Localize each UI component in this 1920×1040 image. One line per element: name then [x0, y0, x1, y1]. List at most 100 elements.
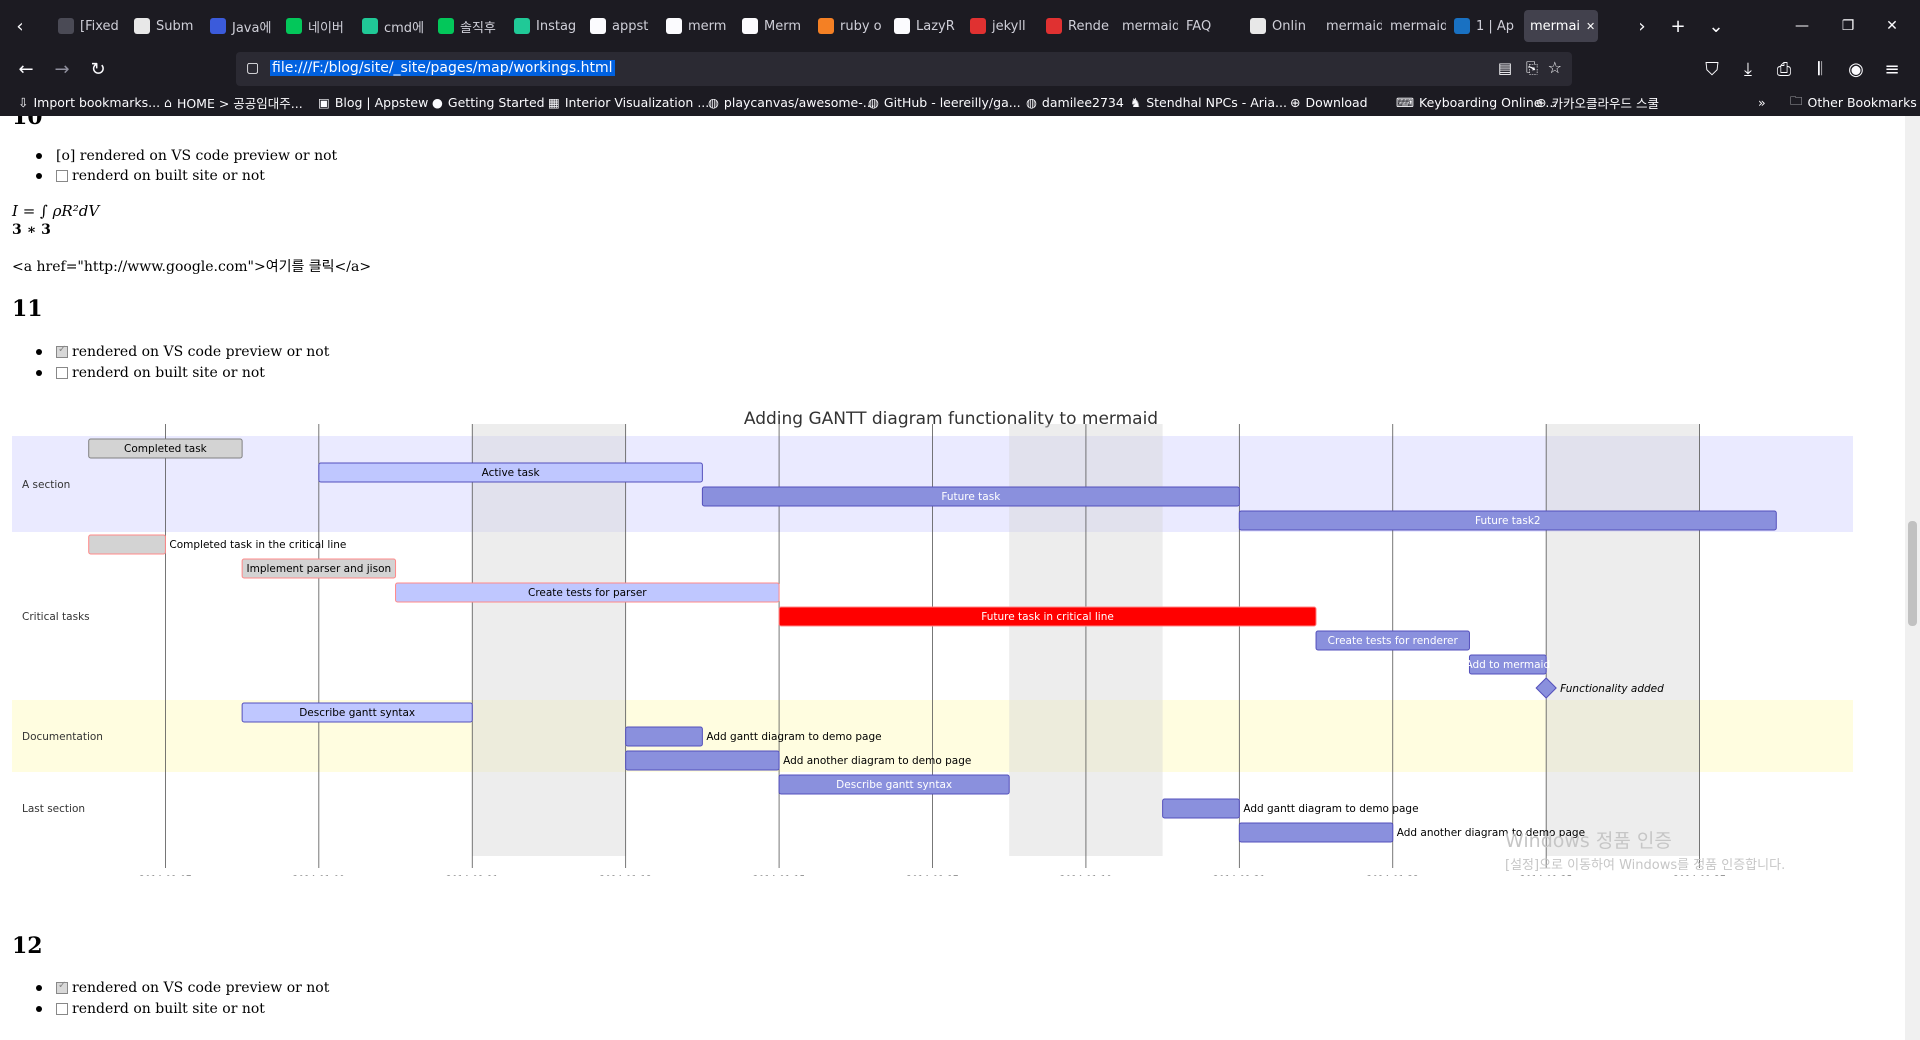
tab-label: jekyll: [992, 18, 1026, 34]
page-icon: ▢: [246, 60, 260, 76]
section-label: Last section: [22, 803, 85, 815]
forward-button[interactable]: →: [46, 54, 78, 84]
browser-chrome: ‹ [Fixed Subm Java에 네이버 cmd에 솔직후 Instag appst mer…: [0, 0, 1920, 116]
downloads-icon[interactable]: ⤓: [1732, 54, 1764, 84]
task-bar: [625, 750, 780, 771]
restore-icon[interactable]: ❐: [1832, 10, 1864, 42]
tab-scroll-left-icon[interactable]: ‹: [4, 10, 36, 42]
bookmark-item[interactable]: ◍ playcanvas/awesome-...: [708, 92, 875, 112]
x-tick-label: 2014-01-25: [1520, 875, 1572, 876]
reader-view-icon[interactable]: ▤: [1498, 59, 1512, 77]
minimize-icon[interactable]: —: [1786, 10, 1818, 42]
tab-19[interactable]: 1 | Ap: [1448, 10, 1522, 42]
scrollbar-thumb[interactable]: [1908, 521, 1917, 626]
bookmark-label: Interior Visualization ...: [564, 94, 710, 110]
tab-list-icon[interactable]: ⌄: [1700, 10, 1732, 42]
tab-5[interactable]: 솔직후: [432, 10, 506, 42]
bookmark-item[interactable]: ⊕ Download: [1290, 92, 1368, 112]
bookmarks-overflow-icon[interactable]: »: [1758, 92, 1766, 112]
bookmark-star-icon[interactable]: ☆: [1548, 58, 1562, 77]
task-checkbox-checked[interactable]: [56, 980, 68, 994]
tab-6[interactable]: Instag: [508, 10, 582, 42]
task-bar: [625, 726, 703, 747]
github-icon: ◍: [708, 94, 719, 110]
url-text[interactable]: file:///F:/blog/site/_site/pages/map/wor…: [270, 60, 615, 76]
tab-4[interactable]: cmd에: [356, 10, 430, 42]
tab-2[interactable]: Java에: [204, 10, 278, 42]
new-tab-icon[interactable]: +: [1662, 10, 1694, 42]
bookmark-label: Import bookmarks...: [33, 94, 161, 110]
tab-label: Java에: [232, 20, 272, 36]
reload-button[interactable]: ↻: [82, 54, 114, 84]
close-window-icon[interactable]: ✕: [1876, 10, 1908, 42]
tab-scroll-right-icon[interactable]: ›: [1626, 10, 1658, 42]
page-scrollbar[interactable]: [1905, 116, 1920, 1040]
bookmark-item[interactable]: ♞ Stendhal NPCs - Aria...: [1130, 92, 1287, 112]
bookmark-item[interactable]: ● Getting Started: [432, 92, 545, 112]
tab-17[interactable]: mermaid: [1320, 10, 1382, 42]
account-icon[interactable]: ◉: [1840, 54, 1872, 84]
bookmark-item[interactable]: ⊕ 카카오클라우드 스쿨: [1536, 92, 1659, 112]
bookmark-item[interactable]: ⇩ Import bookmarks...: [18, 92, 160, 112]
task-label: Future task2: [1475, 515, 1541, 527]
screenshot-icon[interactable]: ⎘: [1526, 59, 1538, 77]
naver-icon: [286, 18, 302, 34]
weekend-shade: [1546, 424, 1700, 856]
pocket-icon[interactable]: ⛉: [1696, 54, 1728, 84]
doc-icon: [58, 18, 74, 34]
tab-label: 네이버: [308, 20, 344, 36]
back-button[interactable]: ←: [10, 54, 42, 84]
task-bar: [1162, 798, 1240, 819]
section-label: Critical tasks: [22, 611, 90, 623]
tab-15[interactable]: FAQ: [1180, 10, 1242, 42]
bookmark-item[interactable]: ▣ Blog | Appstew: [318, 92, 428, 112]
bookmark-label: playcanvas/awesome-...: [723, 94, 875, 110]
tab-12[interactable]: jekyll: [964, 10, 1038, 42]
bookmark-item[interactable]: ⌨ Keyboarding Online ...: [1396, 92, 1557, 112]
list-item-text: renderd on built site or not: [72, 1001, 265, 1017]
task-label: Add another diagram to demo page: [783, 755, 971, 767]
close-tab-icon[interactable]: ✕: [1586, 20, 1595, 33]
tab-16[interactable]: Onlin: [1244, 10, 1318, 42]
task-label: Implement parser and jison: [247, 563, 392, 575]
tab-14[interactable]: mermaid: [1116, 10, 1178, 42]
menu-icon[interactable]: ≡: [1876, 54, 1908, 84]
tab-label: Instag: [536, 18, 577, 34]
library-icon[interactable]: 𝄃: [1804, 54, 1836, 84]
tab-label: mermai: [1530, 18, 1581, 34]
tab-20[interactable]: mermai ✕: [1524, 10, 1598, 42]
tab-3[interactable]: 네이버: [280, 10, 354, 42]
windows-activation-title: Windows 정품 인증: [1505, 830, 1672, 852]
printer-icon[interactable]: ⎙: [1768, 54, 1800, 84]
tab-1[interactable]: Subm: [128, 10, 202, 42]
task-checkbox[interactable]: [56, 1003, 68, 1015]
tab-0[interactable]: [Fixed: [52, 10, 126, 42]
url-bar[interactable]: ▢ file:///F:/blog/site/_site/pages/map/w…: [236, 52, 1572, 86]
github-icon: ◍: [1026, 94, 1037, 110]
image-icon: ▦: [548, 94, 560, 110]
tab-8[interactable]: merm: [660, 10, 734, 42]
tab-label: mermaid: [1326, 18, 1382, 34]
bookmark-item[interactable]: ◍ GitHub - leereilly/ga...: [868, 92, 1021, 112]
tab-10[interactable]: ruby o: [812, 10, 886, 42]
bookmark-label: Blog | Appstew: [334, 94, 429, 110]
github-icon: [590, 18, 606, 34]
task-label: Completed task in the critical line: [169, 539, 346, 551]
bookmark-item[interactable]: ⌂ HOME > 공공임대주...: [164, 92, 303, 112]
bookmark-item[interactable]: ◍ damilee2734: [1026, 92, 1124, 112]
tab-13[interactable]: Rende: [1040, 10, 1114, 42]
tab-label: Onlin: [1272, 18, 1306, 34]
tab-7[interactable]: appst: [584, 10, 658, 42]
blog-icon: [1454, 18, 1470, 34]
task-label: Add to mermaid: [1466, 659, 1551, 671]
tab-9[interactable]: Merm: [736, 10, 810, 42]
task-label: Add gantt diagram to demo page: [1243, 803, 1418, 815]
other-bookmarks-button[interactable]: 🗀 Other Bookmarks: [1790, 92, 1917, 112]
task-label: Future task: [941, 491, 1001, 503]
globe-icon: ⊕: [1290, 94, 1301, 110]
task-label: Future task in critical line: [981, 611, 1114, 623]
windows-activation-subtitle: [설정]으로 이동하여 Windows를 정품 인증합니다.: [1505, 858, 1786, 873]
tab-18[interactable]: mermaid: [1384, 10, 1446, 42]
tab-11[interactable]: LazyR: [888, 10, 962, 42]
bookmark-item[interactable]: ▦ Interior Visualization ...: [548, 92, 709, 112]
